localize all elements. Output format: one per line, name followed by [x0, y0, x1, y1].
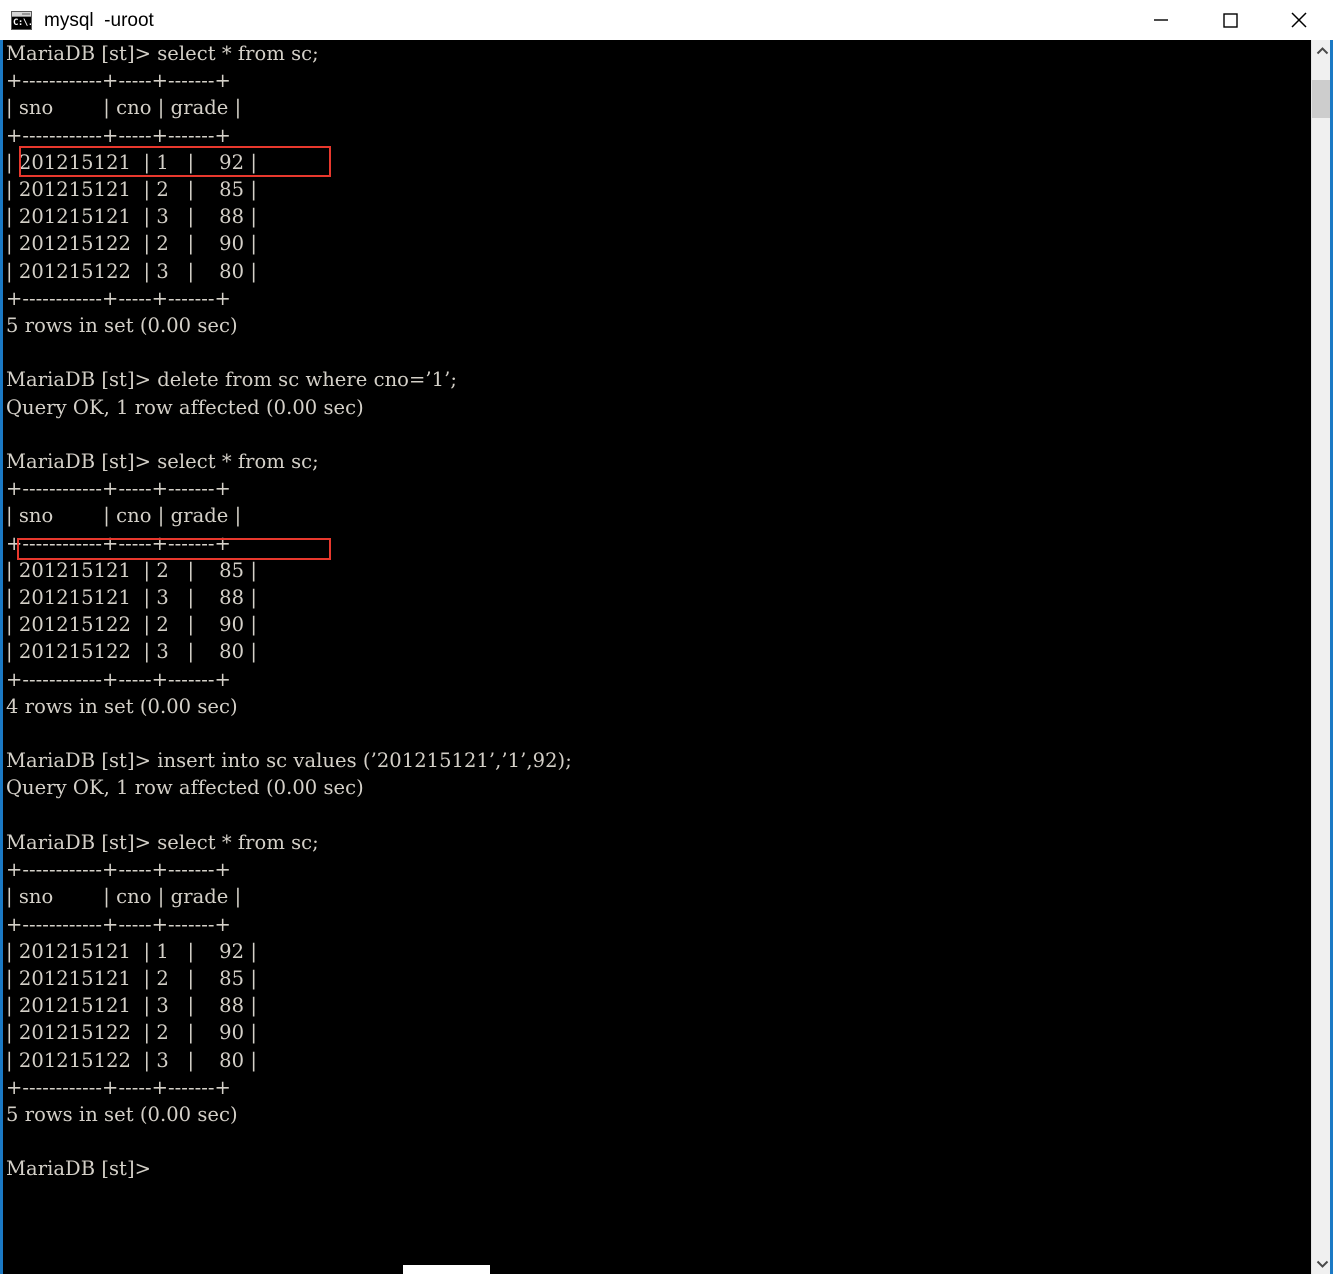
title-bar[interactable]: C:\. mysql -uroot — [0, 0, 1333, 40]
command-prompt-icon: C:\. — [11, 10, 32, 30]
maximize-button[interactable] — [1195, 0, 1264, 40]
terminal-output-screen[interactable]: MariaDB [st]> select * from sc; +-------… — [3, 40, 1314, 1274]
minimize-button[interactable] — [1126, 0, 1195, 40]
terminal-console[interactable]: MariaDB [st]> select * from sc; +-------… — [0, 40, 1333, 1274]
window-title: mysql -uroot — [44, 9, 154, 31]
terminal-window: C:\. mysql -uroot MariaDB [st]> select *… — [0, 0, 1333, 1274]
terminal-output-text: MariaDB [st]> select * from sc; +-------… — [6, 42, 572, 1181]
horizontal-scrollbar-thumb[interactable] — [403, 1265, 490, 1274]
title-bar-left: C:\. mysql -uroot — [0, 9, 1126, 31]
close-button[interactable] — [1264, 0, 1333, 40]
icon-prompt-glyph: C:\. — [12, 16, 31, 29]
window-controls — [1126, 0, 1333, 40]
